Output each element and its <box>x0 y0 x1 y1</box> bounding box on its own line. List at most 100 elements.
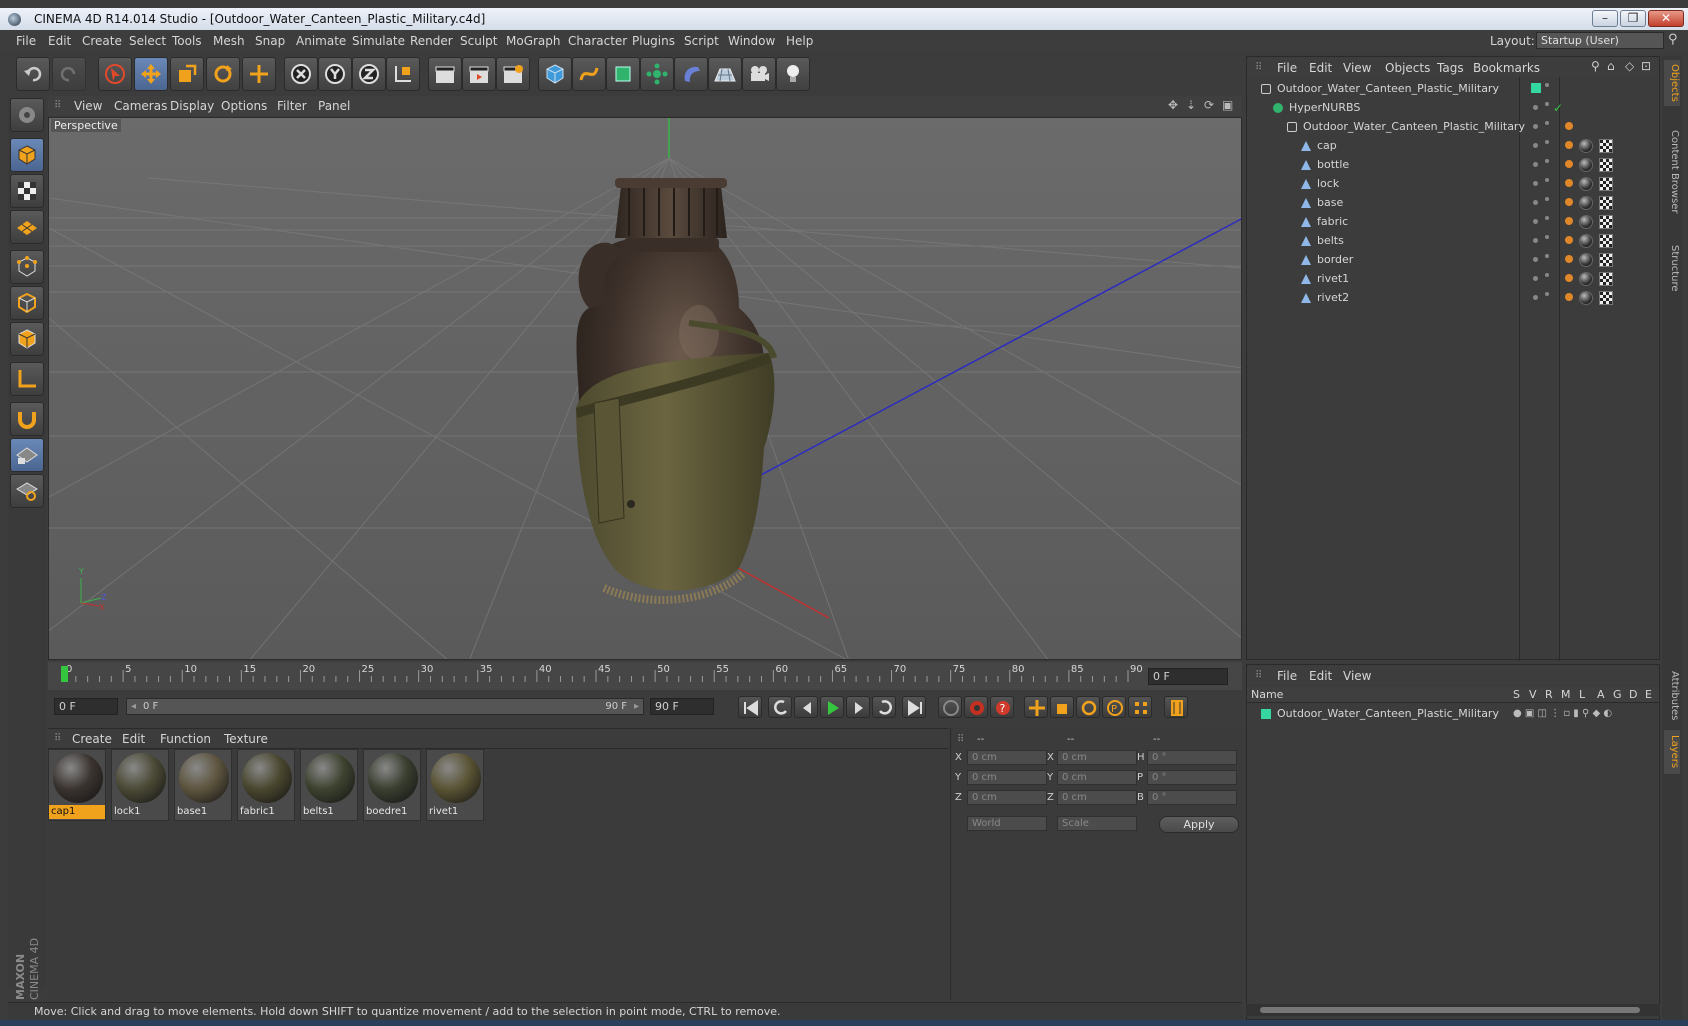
material-tag-icon[interactable] <box>1579 272 1593 286</box>
next-key-button[interactable] <box>872 696 896 718</box>
current-frame-field[interactable]: 0 F <box>1148 668 1228 685</box>
coordinate-space-select[interactable]: World <box>967 816 1047 831</box>
editor-visibility-dot[interactable] <box>1533 143 1538 148</box>
editor-visibility-dot[interactable] <box>1533 276 1538 281</box>
end-frame-field[interactable]: 90 F <box>650 698 714 715</box>
menu-plugins[interactable]: Plugins <box>632 34 675 48</box>
scale-tool-button[interactable] <box>170 57 204 91</box>
recent-tool-button[interactable] <box>242 57 276 91</box>
phong-tag-icon[interactable] <box>1565 122 1573 130</box>
material-swatch[interactable]: lock1 <box>111 749 169 821</box>
size-field[interactable]: 0 cm <box>1057 790 1137 805</box>
viewport-menu-view[interactable]: View <box>74 99 102 113</box>
material-tag-icon[interactable] <box>1579 215 1593 229</box>
close-button[interactable]: ✕ <box>1648 10 1684 27</box>
minimize-button[interactable]: – <box>1592 10 1618 27</box>
viewport-menu-filter[interactable]: Filter <box>277 99 307 113</box>
object-name[interactable]: lock <box>1317 174 1339 194</box>
rotation-field[interactable]: 0 ° <box>1147 750 1237 765</box>
phong-tag-icon[interactable] <box>1565 198 1573 206</box>
editor-visibility-dot[interactable] <box>1533 295 1538 300</box>
object-row[interactable]: HyperNURBS ✓ <box>1247 98 1659 118</box>
light-button[interactable] <box>776 57 810 91</box>
layer-color-tag[interactable] <box>1531 83 1541 93</box>
object-name[interactable]: HyperNURBS <box>1289 98 1360 118</box>
object-name[interactable]: Outdoor_Water_Canteen_Plastic_Military <box>1303 117 1525 137</box>
render-view-button[interactable] <box>428 57 462 91</box>
editor-visibility-dot[interactable] <box>1533 219 1538 224</box>
layer-col-v[interactable]: V <box>1529 688 1537 701</box>
object-row[interactable]: belts <box>1247 231 1659 251</box>
polygons-mode-button[interactable] <box>10 322 44 356</box>
rotation-field[interactable]: 0 ° <box>1147 790 1237 805</box>
object-menu-view[interactable]: View <box>1343 61 1371 75</box>
tab-attributes[interactable]: Attributes <box>1664 666 1680 726</box>
layer-row[interactable]: Outdoor_Water_Canteen_Plastic_Military ●… <box>1247 705 1659 723</box>
timeline-ruler[interactable]: 0 5 10 15 20 25 30 35 40 45 50 55 60 65 70 75 80 85 90 0 F <box>48 662 1242 690</box>
edges-mode-button[interactable] <box>10 286 44 320</box>
playhead[interactable] <box>61 666 68 682</box>
material-menu-edit[interactable]: Edit <box>122 732 145 746</box>
material-swatch[interactable]: base1 <box>174 749 232 821</box>
tab-content-browser[interactable]: Content Browser <box>1664 112 1680 232</box>
next-frame-button[interactable] <box>846 696 870 718</box>
scale-mode-select[interactable]: Scale <box>1057 816 1137 831</box>
editor-visibility-dot[interactable] <box>1533 200 1538 205</box>
maximize-button[interactable]: ❐ <box>1620 10 1646 27</box>
layer-name[interactable]: Outdoor_Water_Canteen_Plastic_Military <box>1277 705 1499 723</box>
snap-button[interactable] <box>10 402 44 436</box>
material-tag-icon[interactable] <box>1579 177 1593 191</box>
render-visibility-dot[interactable] <box>1545 121 1549 125</box>
object-menu-tags[interactable]: Tags <box>1437 61 1464 75</box>
x-axis-lock-button[interactable] <box>284 57 318 91</box>
material-menu-create[interactable]: Create <box>72 732 112 746</box>
material-tag-icon[interactable] <box>1579 196 1593 210</box>
menu-edit[interactable]: Edit <box>48 34 71 48</box>
editor-visibility-dot[interactable] <box>1533 162 1538 167</box>
workplane-mode-button[interactable] <box>10 210 44 244</box>
prev-key-button[interactable] <box>768 696 792 718</box>
uvw-tag-icon[interactable] <box>1599 196 1613 210</box>
material-tag-icon[interactable] <box>1579 291 1593 305</box>
menu-render[interactable]: Render <box>410 34 453 48</box>
render-visibility-dot[interactable] <box>1545 216 1549 220</box>
layer-col-d[interactable]: D <box>1629 688 1637 701</box>
layer-scrollbar[interactable] <box>1246 1004 1660 1016</box>
layer-col-a[interactable]: A <box>1597 688 1605 701</box>
workplane-lock-button[interactable] <box>10 438 44 472</box>
object-name[interactable]: Outdoor_Water_Canteen_Plastic_Military <box>1277 79 1499 99</box>
viewport-rotate-icon[interactable]: ⟳ <box>1204 98 1214 112</box>
object-row[interactable]: Outdoor_Water_Canteen_Plastic_Military <box>1247 79 1659 99</box>
object-row[interactable]: cap <box>1247 136 1659 156</box>
points-mode-button[interactable] <box>10 250 44 284</box>
render-visibility-dot[interactable] <box>1545 178 1549 182</box>
size-field[interactable]: 0 cm <box>1057 750 1137 765</box>
perspective-viewport[interactable]: Y Z X Perspective <box>48 117 1242 660</box>
render-visibility-dot[interactable] <box>1545 140 1549 144</box>
menu-simulate[interactable]: Simulate <box>352 34 405 48</box>
camera-button[interactable] <box>742 57 776 91</box>
search-icon[interactable]: ⚲ <box>1591 59 1600 73</box>
autokey-button[interactable] <box>964 696 988 718</box>
preview-range-slider[interactable]: ◂ 0 F 90 F ▸ <box>126 698 644 715</box>
editor-visibility-dot[interactable] <box>1533 238 1538 243</box>
object-row[interactable]: fabric <box>1247 212 1659 232</box>
position-field[interactable]: 0 cm <box>967 750 1047 765</box>
redo-button[interactable] <box>52 57 86 91</box>
editor-visibility-dot[interactable] <box>1533 257 1538 262</box>
phong-tag-icon[interactable] <box>1565 236 1573 244</box>
menu-create[interactable]: Create <box>82 34 122 48</box>
material-swatch[interactable]: belts1 <box>300 749 358 821</box>
prev-frame-button[interactable] <box>794 696 818 718</box>
render-visibility-dot[interactable] <box>1545 159 1549 163</box>
object-row[interactable]: Outdoor_Water_Canteen_Plastic_Military <box>1247 117 1659 137</box>
floor-button[interactable] <box>708 57 742 91</box>
menu-sculpt[interactable]: Sculpt <box>460 34 497 48</box>
position-field[interactable]: 0 cm <box>967 770 1047 785</box>
viewport-pan-icon[interactable]: ✥ <box>1168 98 1178 112</box>
object-menu-bookmarks[interactable]: Bookmarks <box>1473 61 1540 75</box>
apply-button[interactable]: Apply <box>1159 816 1239 833</box>
viewport-zoom-icon[interactable]: ⇣ <box>1186 98 1196 112</box>
material-menu-function[interactable]: Function <box>160 732 211 746</box>
object-menu-edit[interactable]: Edit <box>1309 61 1332 75</box>
